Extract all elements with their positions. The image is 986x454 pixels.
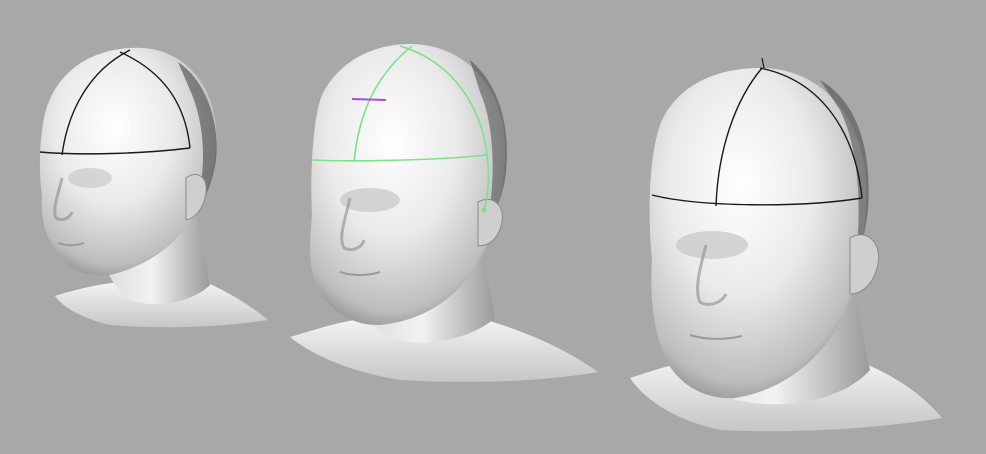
scene-canvas[interactable] xyxy=(0,0,986,454)
eye-socket-1 xyxy=(68,168,112,188)
ear-3 xyxy=(849,234,880,295)
head-model-1[interactable] xyxy=(39,47,268,328)
selection-marker[interactable] xyxy=(351,98,387,101)
eye-socket-3 xyxy=(676,231,748,259)
top-tick-3 xyxy=(761,57,765,69)
3d-viewport[interactable] xyxy=(0,0,986,454)
ear-1 xyxy=(185,174,207,221)
curve-end-handle[interactable] xyxy=(481,207,487,213)
head-model-3[interactable] xyxy=(630,57,942,432)
ear-2 xyxy=(477,198,503,247)
head-model-2[interactable] xyxy=(290,44,598,382)
